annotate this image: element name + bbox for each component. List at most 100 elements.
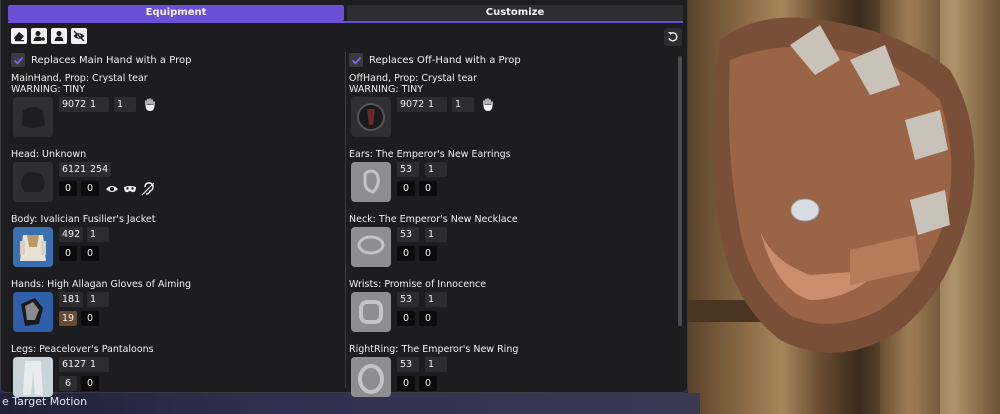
slot-title: Body: Ivalician Fusilier's Jacket [11, 214, 156, 225]
tab-underline [8, 21, 683, 23]
variant-field[interactable]: 1 [425, 227, 447, 242]
variant-field[interactable]: 1 [425, 357, 447, 372]
slot-legs: Legs: Peacelover's Pantaloons 6127 1 6 0 [11, 344, 341, 405]
dye-2-field[interactable]: 0 [419, 311, 437, 326]
variant2-field[interactable]: 1 [452, 97, 474, 112]
eye-slash-icon [73, 30, 85, 42]
glamour-editor-window: Equipment Customize Replaces Main Hand w… [0, 0, 688, 397]
dye-1-field[interactable]: 0 [397, 246, 415, 261]
slot-warning: WARNING: TINY [11, 84, 86, 95]
body-item-slot[interactable] [13, 227, 53, 267]
slot-title: Neck: The Emperor's New Necklace [349, 214, 518, 225]
rightring-item-slot[interactable] [351, 357, 391, 397]
toolbar [11, 28, 87, 46]
legs-item-slot[interactable] [13, 357, 53, 397]
model-id-field[interactable]: 9072 [397, 97, 428, 112]
dye-1-field[interactable]: 19 [59, 311, 78, 326]
mainhand-prop-toggle[interactable]: Replaces Main Hand with a Prop [11, 52, 341, 68]
wrists-item-slot[interactable] [351, 292, 391, 332]
dye-2-field[interactable]: 0 [419, 181, 437, 196]
necklace-icon [351, 227, 391, 267]
user-button[interactable] [51, 28, 67, 44]
ears-toggle[interactable] [141, 182, 155, 196]
model-id-field[interactable]: 53 [397, 357, 419, 372]
undo-icon [668, 32, 678, 42]
head-item-slot[interactable] [13, 162, 53, 202]
slot-title: Legs: Peacelover's Pantaloons [11, 344, 154, 355]
tab-equipment[interactable]: Equipment [8, 5, 344, 21]
slot-neck: Neck: The Emperor's New Necklace 53 1 0 … [349, 214, 679, 275]
offhand-item-slot[interactable] [351, 97, 391, 137]
dye-1-field[interactable]: 6 [59, 376, 77, 391]
mainhand-prop-label: Replaces Main Hand with a Prop [31, 54, 192, 66]
model-id-field[interactable]: 492 [59, 227, 84, 242]
offhand-prop-label: Replaces Off-Hand with a Prop [369, 54, 521, 66]
variant-field[interactable]: 1 [87, 357, 109, 372]
tab-customize[interactable]: Customize [347, 5, 683, 21]
slot-wrists: Wrists: Promise of Innocence 53 1 0 0 [349, 279, 679, 340]
reset-button[interactable] [664, 28, 682, 46]
dye-1-field[interactable]: 0 [397, 376, 415, 391]
model-id-field[interactable]: 9072 [59, 97, 90, 112]
mainhand-item-slot[interactable] [13, 97, 53, 137]
hand-toggle[interactable] [481, 98, 495, 112]
model-id-field[interactable]: 53 [397, 292, 419, 307]
offhand-prop-toggle[interactable]: Replaces Off-Hand with a Prop [349, 52, 679, 68]
dye-2-field[interactable]: 0 [81, 246, 99, 261]
variant-field[interactable]: 1 [425, 97, 447, 112]
jacket-icon [13, 227, 53, 267]
ring-icon [351, 357, 391, 397]
neck-item-slot[interactable] [351, 227, 391, 267]
model-id-field[interactable]: 181 [59, 292, 84, 307]
model-id-field[interactable]: 53 [397, 227, 419, 242]
mainhand-prop-checkbox[interactable] [11, 53, 25, 67]
variant-field[interactable]: 1 [425, 292, 447, 307]
slot-hands: Hands: High Allagan Gloves of Aiming 181… [11, 279, 341, 340]
dye-2-field[interactable]: 0 [81, 311, 99, 326]
eraser-button[interactable] [11, 28, 27, 44]
dye-2-field[interactable]: 0 [81, 181, 99, 196]
offhand-prop-checkbox[interactable] [349, 53, 363, 67]
variant-field[interactable]: 1 [87, 292, 109, 307]
eye-icon [106, 186, 118, 192]
dye-1-field[interactable]: 0 [59, 246, 77, 261]
glove-icon [13, 97, 53, 137]
right-column: Replaces Off-Hand with a Prop OffHand, P… [349, 52, 679, 409]
dye-2-field[interactable]: 0 [419, 246, 437, 261]
variant-field[interactable]: 1 [87, 227, 109, 242]
left-column: Replaces Main Hand with a Prop MainHand,… [11, 52, 341, 409]
slot-title: RightRing: The Emperor's New Ring [349, 344, 519, 355]
variant-field[interactable]: 254 [87, 162, 112, 177]
slot-body: Body: Ivalician Fusilier's Jacket 492 1 … [11, 214, 341, 275]
variant2-field[interactable]: 1 [114, 97, 136, 112]
user-settings-button[interactable] [31, 28, 47, 44]
slot-title: Hands: High Allagan Gloves of Aiming [11, 279, 192, 290]
variant-field[interactable]: 1 [425, 162, 447, 177]
dye-1-field[interactable]: 0 [59, 181, 77, 196]
earring-icon [351, 162, 391, 202]
variant-field[interactable]: 1 [87, 97, 109, 112]
model-id-field[interactable]: 6121 [59, 162, 90, 177]
mask-toggle[interactable] [123, 182, 137, 196]
slot-title: OffHand, Prop: Crystal tear [349, 73, 478, 84]
eraser-icon [14, 32, 24, 42]
slot-warning: WARNING: TINY [349, 84, 424, 95]
dye-1-field[interactable]: 0 [397, 181, 415, 196]
slot-title: MainHand, Prop: Crystal tear [11, 73, 148, 84]
gauntlet-icon [13, 292, 53, 332]
dye-1-field[interactable]: 0 [397, 311, 415, 326]
hands-item-slot[interactable] [13, 292, 53, 332]
slot-offhand: OffHand, Prop: Crystal tear WARNING: TIN… [349, 73, 679, 145]
slot-rightring: RightRing: The Emperor's New Ring 53 1 0… [349, 344, 679, 405]
model-id-field[interactable]: 6127 [59, 357, 90, 372]
hand-icon [483, 98, 493, 111]
hand-toggle[interactable] [143, 98, 157, 112]
ears-item-slot[interactable] [351, 162, 391, 202]
model-id-field[interactable]: 53 [397, 162, 419, 177]
dye-2-field[interactable]: 0 [419, 376, 437, 391]
hide-button[interactable] [71, 28, 87, 44]
character-glove [712, 17, 975, 353]
slot-head: Head: Unknown 6121 254 0 0 [11, 149, 341, 210]
visor-toggle[interactable] [105, 182, 119, 196]
dye-2-field[interactable]: 0 [81, 376, 99, 391]
